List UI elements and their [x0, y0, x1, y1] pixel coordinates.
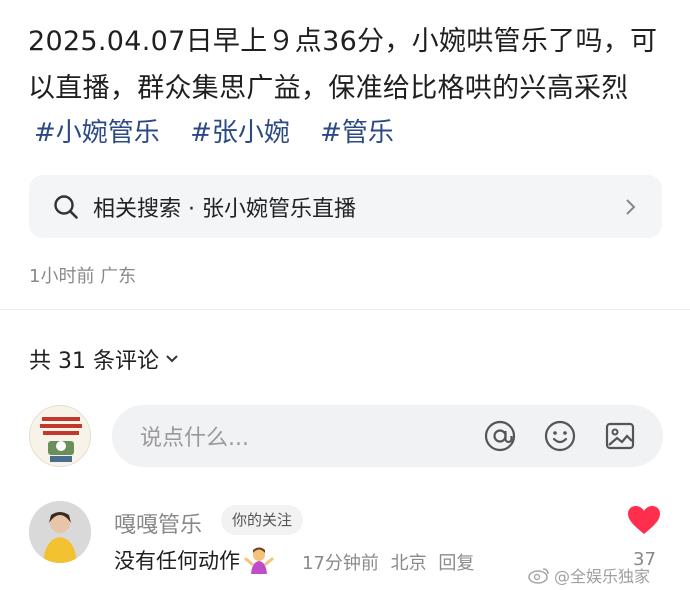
comment-meta: 17分钟前 北京 回复: [302, 549, 480, 575]
divider: [0, 309, 690, 310]
heart-icon[interactable]: [627, 505, 661, 535]
comment-time: 17分钟前: [302, 553, 379, 574]
post-meta: 1小时前 广东: [29, 266, 137, 287]
chevron-right-icon: [626, 198, 636, 215]
chevron-down-icon: [166, 355, 178, 363]
reply-button[interactable]: 回复: [438, 553, 474, 574]
emoji-icon[interactable]: [543, 419, 577, 453]
mention-icon[interactable]: [483, 419, 517, 453]
hashtag-guanle[interactable]: #管乐: [320, 118, 394, 148]
watermark: @全娱乐独家: [528, 563, 650, 587]
hashtag-zhang-xiaowan[interactable]: #张小婉: [190, 118, 290, 148]
weibo-logo-icon: [528, 568, 549, 584]
commenter-avatar[interactable]: [29, 501, 91, 563]
comment-input[interactable]: 说点什么...: [112, 405, 663, 467]
comment-input-placeholder: 说点什么...: [140, 426, 249, 451]
current-user-avatar[interactable]: [29, 405, 91, 467]
comment-text: 没有任何动作: [114, 549, 240, 573]
shrug-emoji-icon: [244, 547, 274, 574]
search-icon: [54, 194, 78, 219]
avatar-image: [30, 406, 90, 466]
post-text: 2025.04.07日早上９点36分，小婉哄管乐了吗，可以直播，群众集思广益，保…: [28, 26, 658, 104]
hashtag-list: #小婉管乐 #张小婉 #管乐: [34, 112, 416, 149]
comment-count-toggle[interactable]: 共 31 条评论: [29, 343, 179, 375]
image-icon[interactable]: [603, 419, 637, 453]
avatar-image: [29, 501, 91, 563]
watermark-text: @全娱乐独家: [554, 567, 651, 586]
related-search-label: 相关搜索 · 张小婉管乐直播: [93, 196, 356, 222]
following-badge: 你的关注: [221, 505, 304, 535]
commenter-name[interactable]: 嘎嘎管乐: [114, 507, 202, 539]
hashtag-xiaowan-guanle[interactable]: #小婉管乐: [34, 118, 160, 148]
comment-location: 北京: [390, 553, 427, 574]
comment-text-row: 没有任何动作: [114, 545, 274, 575]
comment-count-label: 共 31 条评论: [29, 349, 159, 374]
related-search-bar[interactable]: 相关搜索 · 张小婉管乐直播: [29, 175, 662, 238]
